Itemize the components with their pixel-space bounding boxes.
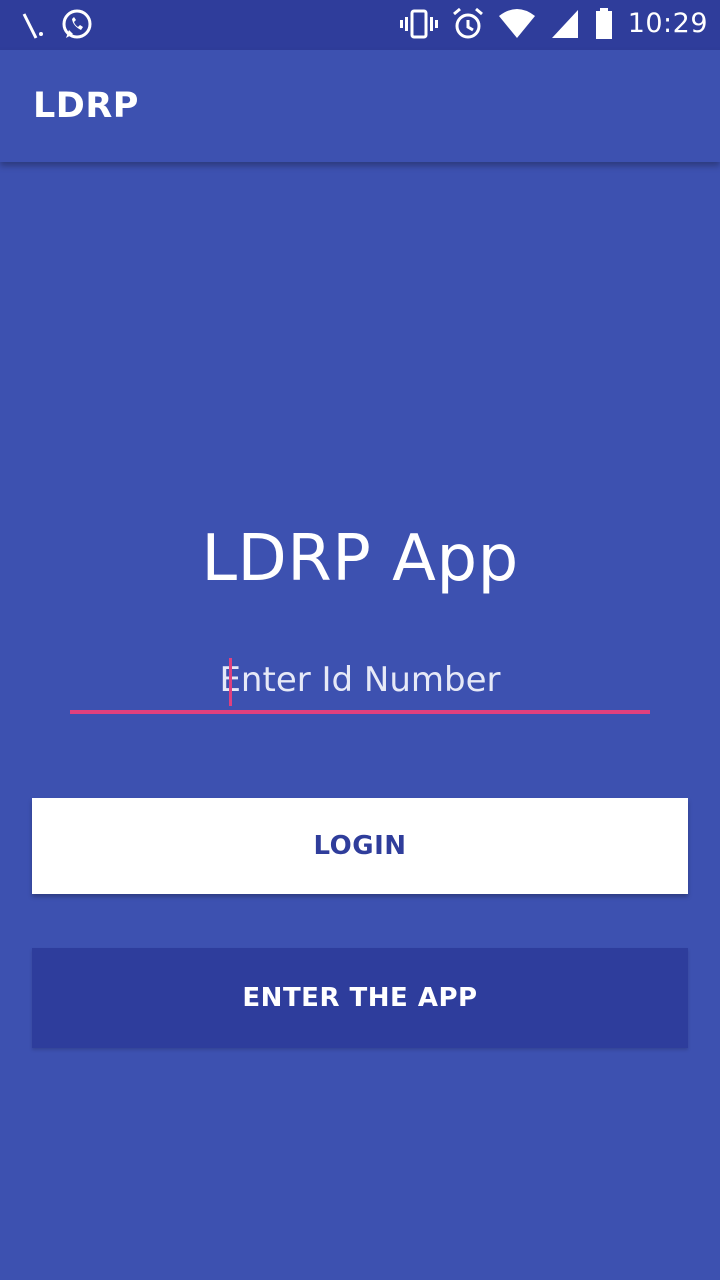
input-underline <box>70 710 650 714</box>
page-title: LDRP App <box>201 522 519 596</box>
text-cursor <box>229 658 232 706</box>
vibrate-icon <box>399 6 438 42</box>
wifi-icon <box>498 6 536 42</box>
id-number-field[interactable] <box>70 650 650 714</box>
status-time: 10:29 <box>627 8 708 39</box>
app-bar-title: LDRP <box>33 86 139 126</box>
cell-signal-icon <box>550 6 580 42</box>
alarm-icon <box>452 6 484 42</box>
enter-app-button[interactable]: ENTER THE APP <box>32 948 688 1048</box>
whatsapp-icon <box>60 8 94 42</box>
app-bar: LDRP <box>0 50 720 162</box>
login-button[interactable]: LOGIN <box>32 798 688 894</box>
status-right-icons: 10:29 <box>399 6 708 42</box>
signal-slash-icon <box>20 8 46 42</box>
status-left-icons <box>20 8 94 42</box>
status-bar: 10:29 <box>0 0 720 50</box>
id-number-input[interactable] <box>70 650 650 710</box>
battery-icon <box>594 6 614 42</box>
